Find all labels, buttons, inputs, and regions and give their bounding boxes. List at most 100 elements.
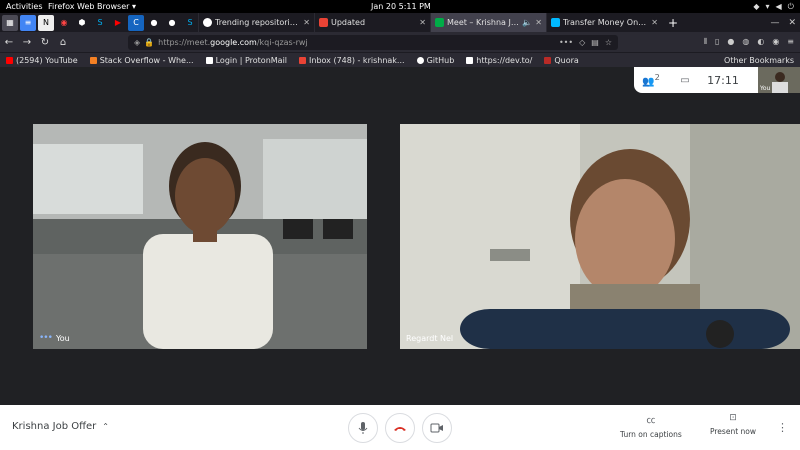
captions-label: Turn on captions bbox=[620, 430, 682, 439]
meeting-details-button[interactable]: Krishna Job Offer ⌃ bbox=[12, 421, 109, 432]
sidebar-icon[interactable]: ▯ bbox=[715, 37, 719, 47]
participant-tile-regardt[interactable]: Regardt Nel bbox=[400, 124, 800, 349]
tab-0[interactable]: Trending repositories o ✕ bbox=[198, 13, 314, 32]
close-tab-icon[interactable]: ✕ bbox=[535, 18, 542, 27]
tab-2[interactable]: Meet – Krishna Job O 🔈 ✕ bbox=[430, 13, 546, 32]
extension-icon[interactable]: ● bbox=[727, 37, 734, 47]
window-controls: — ✕ bbox=[770, 18, 796, 28]
pinned-tab-skype-2-icon[interactable]: S bbox=[182, 15, 198, 31]
transfer-icon bbox=[551, 18, 560, 27]
close-tab-icon[interactable]: ✕ bbox=[419, 18, 426, 27]
back-button[interactable]: ← bbox=[0, 37, 18, 48]
meeting-time: 17:11 bbox=[707, 73, 739, 87]
menu-icon[interactable]: ≡ bbox=[787, 37, 794, 47]
pinned-tab-github-icon[interactable]: ● bbox=[146, 15, 162, 31]
lock-icon[interactable]: 🔒 bbox=[144, 38, 154, 47]
pinned-tab-docs-icon[interactable]: ≡ bbox=[20, 14, 36, 31]
pinned-tab-codeforces-icon[interactable]: ◉ bbox=[56, 15, 72, 31]
camera-button[interactable] bbox=[422, 413, 452, 443]
toolbar-icons: ⫴ ▯ ● ◍ ◐ ◉ ≡ bbox=[704, 37, 794, 47]
meeting-info-panel: 👥2 ▭ 17:11 You bbox=[634, 67, 800, 93]
bookmark-item[interactable]: Inbox (748) - krishnak... bbox=[299, 56, 405, 65]
pinned-tab-github-2-icon[interactable]: ● bbox=[164, 15, 180, 31]
github-icon bbox=[416, 56, 424, 64]
home-button[interactable]: ⌂ bbox=[54, 37, 72, 48]
close-tab-icon[interactable]: ✕ bbox=[651, 18, 658, 27]
url-domain: google.com bbox=[210, 37, 257, 47]
closed-captions-icon: ㏄ bbox=[646, 416, 656, 426]
lock-icon bbox=[205, 56, 213, 64]
participant-video-regardt bbox=[400, 124, 800, 349]
extension-4-icon[interactable]: ◉ bbox=[772, 37, 779, 47]
participant-video-self bbox=[33, 124, 367, 349]
self-preview[interactable]: You bbox=[758, 67, 800, 93]
tab-strip: ▦ ≡ N ◉ ⬢ S ▶ C ● ● S Trending repositor… bbox=[0, 13, 800, 32]
tab-title: Meet – Krishna Job O bbox=[447, 18, 519, 27]
bookmark-item[interactable]: (2594) YouTube bbox=[6, 56, 78, 65]
more-actions-icon[interactable]: ••• bbox=[559, 38, 573, 47]
bookmark-item[interactable]: Login | ProtonMail bbox=[205, 56, 287, 65]
url-path: /kqi-qzas-rwj bbox=[256, 37, 308, 47]
system-tray[interactable]: ◆ ▾ ◀ ⏻ bbox=[753, 0, 794, 13]
power-icon[interactable]: ⏻ bbox=[788, 0, 794, 13]
more-options-icon[interactable]: ⋮ bbox=[777, 421, 788, 434]
app-menu[interactable]: Firefox Web Browser ▾ bbox=[48, 0, 136, 13]
bookmark-star-icon[interactable]: ☆ bbox=[605, 38, 612, 47]
reload-button[interactable]: ↻ bbox=[36, 37, 54, 48]
participant-name-tag: Regardt Nel bbox=[406, 334, 453, 343]
mute-tab-icon[interactable]: 🔈 bbox=[522, 18, 532, 27]
forward-button[interactable]: → bbox=[18, 37, 36, 48]
pinned-tab-codechef-icon[interactable]: C bbox=[128, 14, 144, 31]
close-tab-icon[interactable]: ✕ bbox=[303, 18, 310, 27]
extension-2-icon[interactable]: ◍ bbox=[742, 37, 749, 47]
url-prefix: https://meet. bbox=[158, 37, 211, 47]
pinned-tab-youtube-icon[interactable]: ▶ bbox=[110, 15, 126, 31]
present-label: Present now bbox=[710, 427, 756, 436]
chat-icon[interactable]: ▭ bbox=[668, 75, 702, 86]
system-clock[interactable]: Jan 20 5:11 PM bbox=[371, 0, 431, 13]
pinned-tab-calendar-icon[interactable]: ▦ bbox=[2, 14, 18, 31]
network-icon[interactable]: ▾ bbox=[766, 0, 770, 13]
pocket-icon[interactable]: ◇ bbox=[579, 38, 585, 47]
shield-icon[interactable]: ◈ bbox=[134, 38, 140, 47]
library-icon[interactable]: ⫴ bbox=[704, 37, 707, 47]
minimize-icon[interactable]: — bbox=[770, 18, 779, 28]
bookmark-item[interactable]: Stack Overflow - Whe... bbox=[89, 56, 194, 65]
extension-3-icon[interactable]: ◐ bbox=[757, 37, 764, 47]
bookmark-item[interactable]: https://dev.to/ bbox=[466, 56, 532, 65]
navigation-bar: ← → ↻ ⌂ ◈ 🔒 https://meet.google.com/kqi-… bbox=[0, 32, 800, 52]
bookmark-label: GitHub bbox=[426, 55, 455, 65]
participant-tile-self[interactable]: ••• You bbox=[33, 124, 367, 349]
new-tab-button[interactable]: + bbox=[662, 16, 684, 30]
bookmark-label: Quora bbox=[554, 55, 579, 65]
flag-icon[interactable]: ▤ bbox=[591, 38, 599, 47]
pinned-tab-notion-icon[interactable]: N bbox=[38, 14, 54, 31]
more-options-icon[interactable]: ••• bbox=[39, 333, 53, 343]
activities-button[interactable]: Activities bbox=[6, 0, 43, 13]
leave-call-button[interactable] bbox=[385, 413, 415, 443]
tab-3[interactable]: Transfer Money Online ✕ bbox=[546, 13, 662, 32]
volume-icon[interactable]: ◀ bbox=[776, 0, 782, 13]
tab-1[interactable]: Updated ✕ bbox=[314, 13, 430, 32]
shield-icon[interactable]: ◆ bbox=[753, 0, 759, 13]
tab-title: Trending repositories o bbox=[215, 18, 301, 27]
quora-icon bbox=[544, 56, 552, 64]
bookmark-item[interactable]: Quora bbox=[544, 55, 579, 65]
system-top-bar: Activities Firefox Web Browser ▾ Jan 20 … bbox=[0, 0, 800, 13]
gmail-icon bbox=[319, 18, 328, 27]
present-button[interactable]: ⊡ Present now bbox=[710, 413, 756, 436]
people-icon[interactable]: 👥2 bbox=[634, 72, 668, 87]
camera-icon bbox=[430, 423, 443, 433]
pinned-tab-skype-icon[interactable]: S bbox=[92, 15, 108, 31]
participant-name: Regardt Nel bbox=[406, 334, 454, 343]
pinned-tab-hackerrank-icon[interactable]: ⬢ bbox=[74, 15, 90, 31]
microphone-button[interactable] bbox=[348, 413, 378, 443]
close-window-icon[interactable]: ✕ bbox=[788, 18, 796, 28]
url-actions: ••• ◇ ▤ ☆ bbox=[559, 38, 612, 47]
url-bar[interactable]: ◈ 🔒 https://meet.google.com/kqi-qzas-rwj… bbox=[128, 34, 618, 50]
participant-count: 2 bbox=[654, 72, 660, 83]
meeting-title: Krishna Job Offer bbox=[12, 421, 97, 432]
bookmark-item[interactable]: GitHub bbox=[416, 55, 455, 65]
captions-button[interactable]: ㏄ Turn on captions bbox=[620, 413, 682, 439]
other-bookmarks[interactable]: Other Bookmarks bbox=[724, 56, 794, 65]
